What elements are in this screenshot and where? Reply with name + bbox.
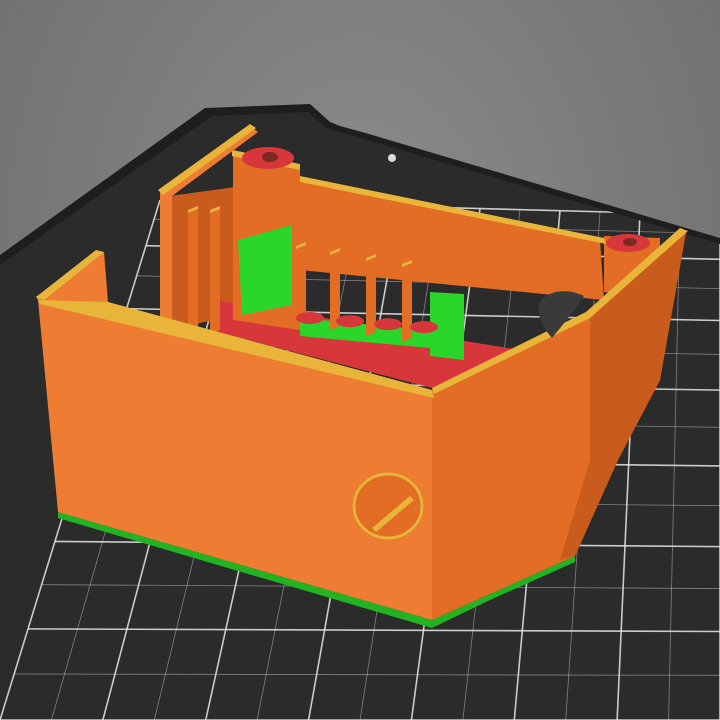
rail-boss	[410, 321, 438, 334]
rail-boss	[336, 315, 364, 328]
front-circular-boss	[352, 472, 424, 540]
support-left	[238, 225, 292, 315]
rail-boss	[374, 318, 402, 331]
interior-rib	[402, 260, 412, 342]
rail-boss	[296, 312, 324, 324]
interior-rib	[210, 206, 220, 334]
interior-rib	[330, 248, 340, 330]
sliced-preview-scene[interactable]	[0, 0, 720, 720]
interior-rib	[296, 242, 306, 324]
interior-rib	[188, 206, 198, 334]
3d-viewport[interactable]	[0, 0, 720, 720]
bed-mounting-hole	[388, 154, 396, 162]
